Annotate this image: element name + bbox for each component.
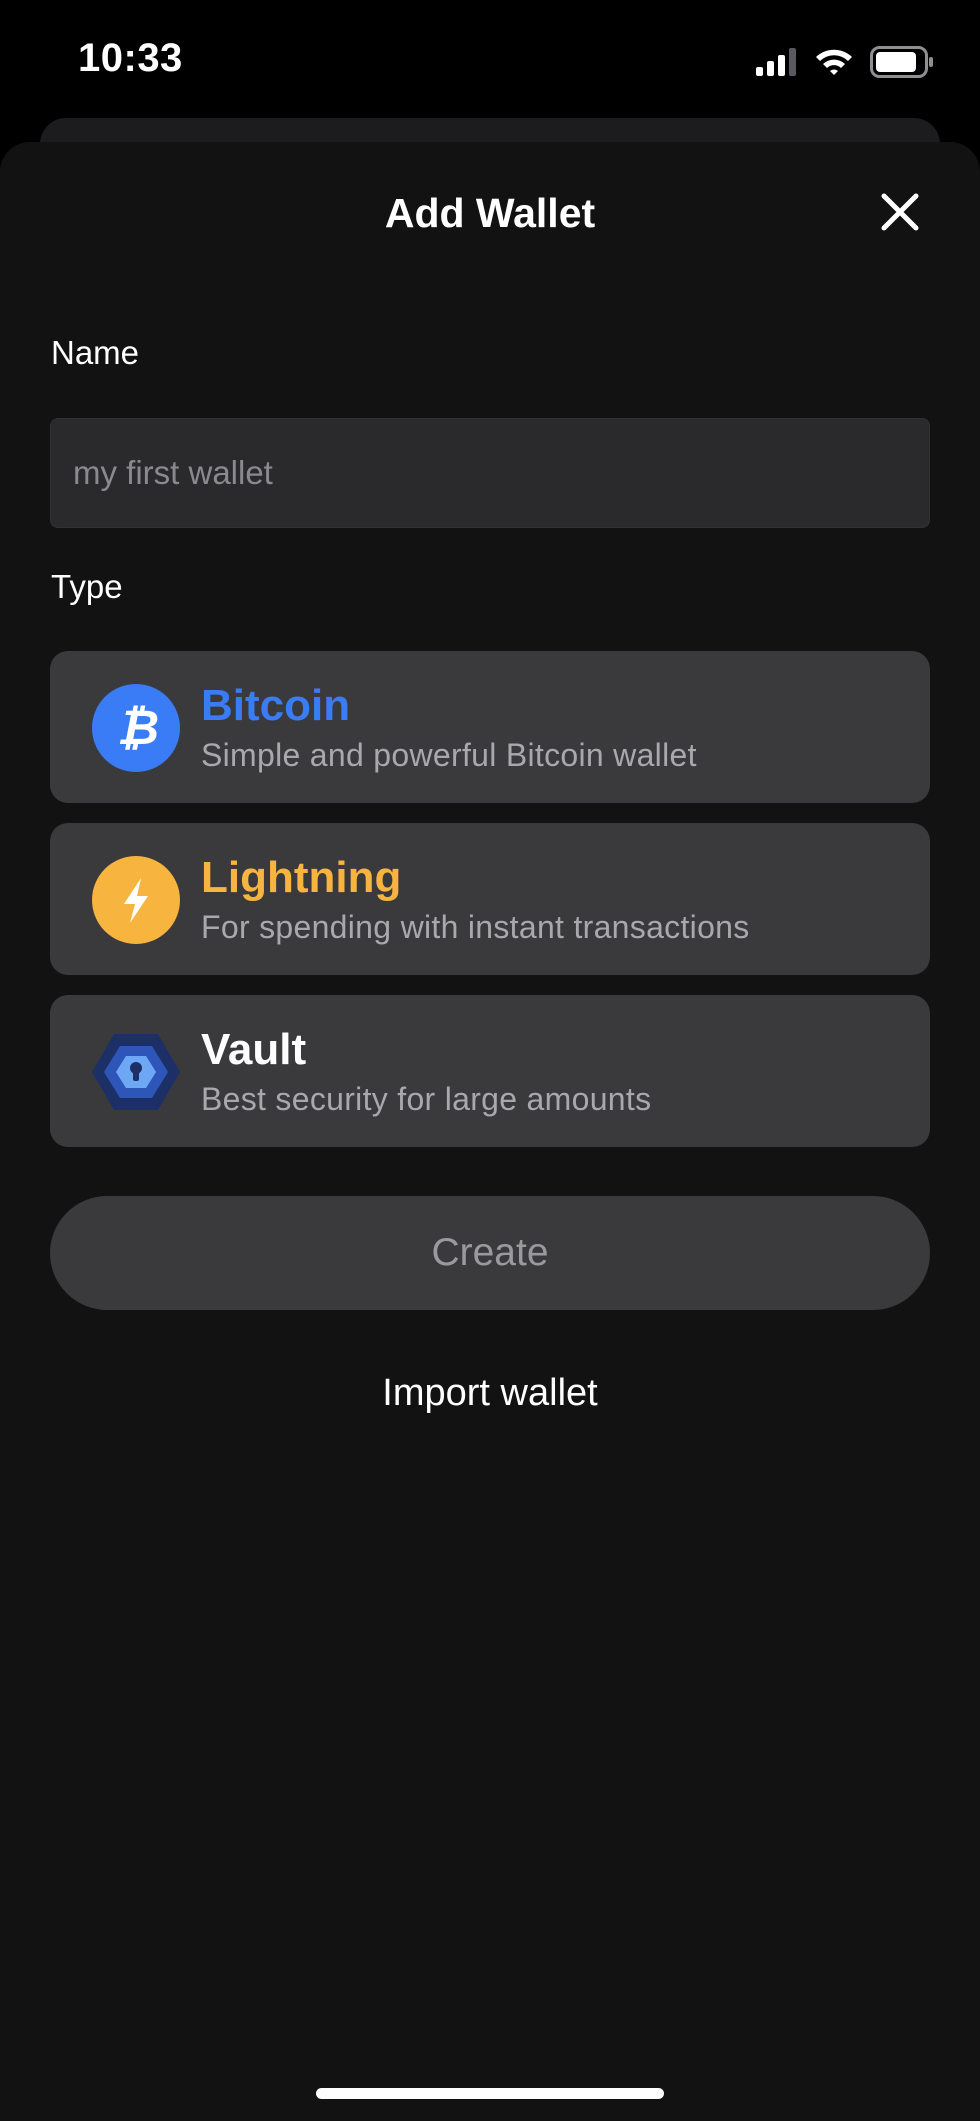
close-button[interactable] — [876, 188, 924, 236]
lightning-icon — [92, 856, 180, 944]
import-wallet-link[interactable]: Import wallet — [0, 1372, 980, 1415]
battery-icon — [870, 46, 933, 78]
wallet-type-vault[interactable]: Vault Best security for large amounts — [50, 995, 930, 1147]
vault-icon — [92, 1034, 180, 1110]
status-time: 10:33 — [78, 36, 183, 80]
name-label: Name — [51, 334, 140, 371]
wifi-icon — [816, 49, 852, 75]
close-icon — [881, 193, 919, 231]
wallet-type-title: Bitcoin — [201, 681, 351, 730]
svg-text:₿: ₿ — [117, 702, 159, 755]
status-bar: 10:33 — [0, 0, 980, 120]
home-indicator — [316, 2088, 664, 2099]
add-wallet-sheet: Add Wallet Name Type ₿ Bitcoin Simple an… — [0, 142, 980, 2121]
cellular-signal-icon — [756, 48, 796, 76]
wallet-type-description: For spending with instant transactions — [201, 909, 750, 945]
create-button[interactable]: Create — [50, 1196, 930, 1310]
wallet-type-title: Vault — [201, 1025, 307, 1074]
bitcoin-icon: ₿ — [92, 684, 180, 772]
wallet-type-description: Best security for large amounts — [201, 1081, 652, 1117]
wallet-type-description: Simple and powerful Bitcoin wallet — [201, 737, 697, 773]
wallet-type-lightning[interactable]: Lightning For spending with instant tran… — [50, 823, 930, 975]
wallet-name-input[interactable] — [50, 418, 930, 528]
type-label: Type — [51, 568, 123, 605]
wallet-type-bitcoin[interactable]: ₿ Bitcoin Simple and powerful Bitcoin wa… — [50, 651, 930, 803]
sheet-title: Add Wallet — [384, 190, 596, 236]
status-icons — [756, 44, 934, 80]
wallet-type-title: Lightning — [201, 853, 402, 902]
